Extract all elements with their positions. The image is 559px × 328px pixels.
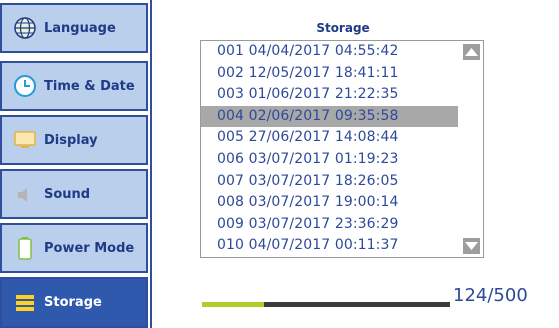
scroll-down-button[interactable] (463, 238, 480, 254)
chevron-down-icon (465, 242, 478, 250)
page-title: Storage (316, 21, 370, 35)
sidebar-item-label: Storage (44, 295, 102, 310)
list-item[interactable]: 008 03/07/2017 19:00:14 (201, 192, 458, 214)
list-item[interactable]: 010 04/07/2017 00:11:37 (201, 235, 458, 257)
storage-icon (12, 290, 38, 316)
settings-screen: Language Time & Date Display Sound Power… (0, 0, 559, 328)
scroll-track[interactable] (463, 62, 480, 234)
storage-usage-readout: 124/500 (453, 285, 528, 306)
scroll-up-button[interactable] (463, 44, 480, 60)
clock-icon (12, 73, 38, 99)
sidebar-item-label: Sound (44, 186, 91, 202)
sidebar-item-power-mode[interactable]: Power Mode (0, 223, 148, 273)
sidebar-item-storage[interactable]: Storage (0, 277, 148, 328)
list-item[interactable]: 009 03/07/2017 23:36:29 (201, 214, 458, 236)
storage-list[interactable]: 001 04/04/2017 04:55:42 002 12/05/2017 1… (200, 40, 484, 258)
sidebar-item-sound[interactable]: Sound (0, 169, 148, 219)
list-item[interactable]: 007 03/07/2017 18:26:05 (201, 171, 458, 193)
battery-icon (12, 235, 38, 261)
list-item[interactable]: 005 27/06/2017 14:08:44 (201, 127, 458, 149)
sidebar-item-language[interactable]: Language (0, 3, 148, 53)
list-item[interactable]: 006 03/07/2017 01:19:23 (201, 149, 458, 171)
sidebar-item-label: Time & Date (44, 78, 135, 94)
list-item[interactable]: 003 01/06/2017 21:22:35 (201, 84, 458, 106)
settings-sidebar: Language Time & Date Display Sound Power… (0, 0, 152, 328)
list-scrollbar[interactable] (458, 41, 483, 257)
list-item-selected[interactable]: 004 02/06/2017 09:35:58 (201, 105, 458, 128)
sidebar-item-label: Power Mode (44, 240, 135, 256)
storage-entries: 001 04/04/2017 04:55:42 002 12/05/2017 1… (201, 41, 458, 257)
globe-icon (12, 15, 38, 41)
storage-usage-bar (202, 302, 450, 307)
sidebar-item-display[interactable]: Display (0, 115, 148, 165)
speaker-icon (12, 181, 38, 207)
sidebar-item-label: Display (44, 132, 98, 148)
chevron-up-icon (465, 48, 478, 56)
storage-usage-fill (202, 302, 264, 307)
monitor-icon (12, 127, 38, 153)
sidebar-item-label: Language (44, 20, 116, 36)
list-item[interactable]: 001 04/04/2017 04:55:42 (201, 41, 458, 63)
list-item[interactable]: 002 12/05/2017 18:41:11 (201, 63, 458, 85)
sidebar-item-time-date[interactable]: Time & Date (0, 61, 148, 111)
